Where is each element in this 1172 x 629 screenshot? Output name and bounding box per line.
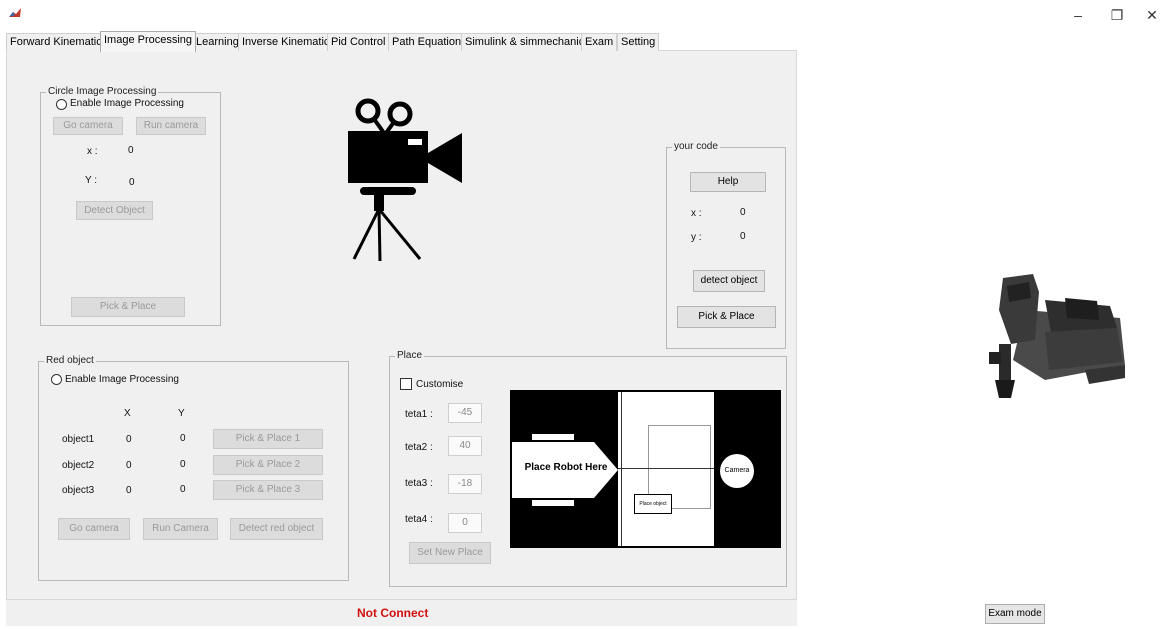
matlab-app-icon [8,6,22,20]
tab-image-processing[interactable]: Image Processing [100,31,197,52]
tab-exam[interactable]: Exam [581,33,618,51]
circle-enable-radio[interactable] [56,99,67,110]
tab-learning[interactable]: Learning [192,33,243,51]
map-x-axis [618,468,714,469]
restore-button[interactable]: ❐ [1097,4,1137,26]
teta1-label: teta1 : [405,409,433,420]
teta3-label: teta3 : [405,478,433,489]
customise-label: Customise [416,379,464,390]
tab-forward-kinematic[interactable]: Forward Kinematic [6,33,106,51]
title-bar [0,0,1172,30]
red-object-title: Red object [44,355,96,367]
tab-simulink[interactable]: Simulink & simmechanic [461,33,589,51]
connection-status: Not Connect [357,606,429,620]
red-enable-radio[interactable] [51,374,62,385]
customise-checkbox[interactable] [400,378,412,390]
map-camera-label: Camera [720,454,754,488]
place-title: Place [395,350,425,362]
red-go-camera-button[interactable]: Go camera [58,518,130,540]
tab-setting[interactable]: Setting [617,33,660,51]
code-y-label: y : [691,232,702,243]
pick-place-3-button[interactable]: Pick & Place 3 [213,480,323,500]
teta4-label: teta4 : [405,514,433,525]
circle-y-label: Y : [85,175,98,186]
circle-group-title: Circle Image Processing [46,86,159,98]
teta3-input[interactable]: -18 [448,474,482,494]
tab-pid-control[interactable]: Pid Control [327,33,390,51]
pick-place-1-button[interactable]: Pick & Place 1 [213,429,323,449]
code-x-value: 0 [740,207,746,218]
circle-go-camera-button[interactable]: Go camera [53,117,123,135]
detect-red-object-button[interactable]: Detect red object [230,518,323,540]
tab-inverse-kinematic[interactable]: Inverse Kinematic [238,33,334,51]
circle-y-value: 0 [129,177,135,188]
workspace-map: Place Robot Here Camera Place object [510,390,781,548]
teta2-input[interactable]: 40 [448,436,482,456]
code-y-value: 0 [740,231,746,242]
minimize-button[interactable]: – [1058,4,1098,26]
red-run-camera-button[interactable]: Run Camera [143,518,218,540]
object2-x: 0 [126,460,132,471]
exam-mode-button[interactable]: Exam mode [985,604,1045,624]
object1-label: object1 [62,434,95,445]
code-detect-object-button[interactable]: detect object [693,270,765,292]
teta4-input[interactable]: 0 [448,513,482,533]
teta2-label: teta2 : [405,442,433,453]
code-x-label: x : [691,208,702,219]
circle-x-label: x : [87,146,98,157]
circle-run-camera-button[interactable]: Run camera [136,117,206,135]
code-pick-place-button[interactable]: Pick & Place [677,306,776,328]
object3-y: 0 [180,484,186,495]
object3-label: object3 [62,485,95,496]
pick-place-2-button[interactable]: Pick & Place 2 [213,455,323,475]
circle-pick-place-button[interactable]: Pick & Place [71,297,185,317]
help-button[interactable]: Help [690,172,766,192]
map-place-object-label: Place object [634,494,672,514]
red-col-y: Y [178,408,185,419]
map-robot-label: Place Robot Here [524,462,608,473]
map-y-axis [621,392,622,546]
circle-detect-object-button[interactable]: Detect Object [76,201,153,220]
object2-y: 0 [180,459,186,470]
object1-x: 0 [126,434,132,445]
object3-x: 0 [126,485,132,496]
red-enable-label: Enable Image Processing [65,374,179,385]
red-col-x: X [124,408,131,419]
object1-y: 0 [180,433,186,444]
robot-arm-model [989,274,1125,398]
your-code-title: your code [672,141,720,153]
tab-path-equation[interactable]: Path Equation [388,33,466,51]
object2-label: object2 [62,460,95,471]
camera-icon [348,98,462,262]
circle-x-value: 0 [128,145,134,156]
circle-enable-label: Enable Image Processing [70,98,184,109]
set-new-place-button[interactable]: Set New Place [409,542,491,564]
teta1-input[interactable]: -45 [448,403,482,423]
close-button[interactable]: ✕ [1132,4,1172,26]
